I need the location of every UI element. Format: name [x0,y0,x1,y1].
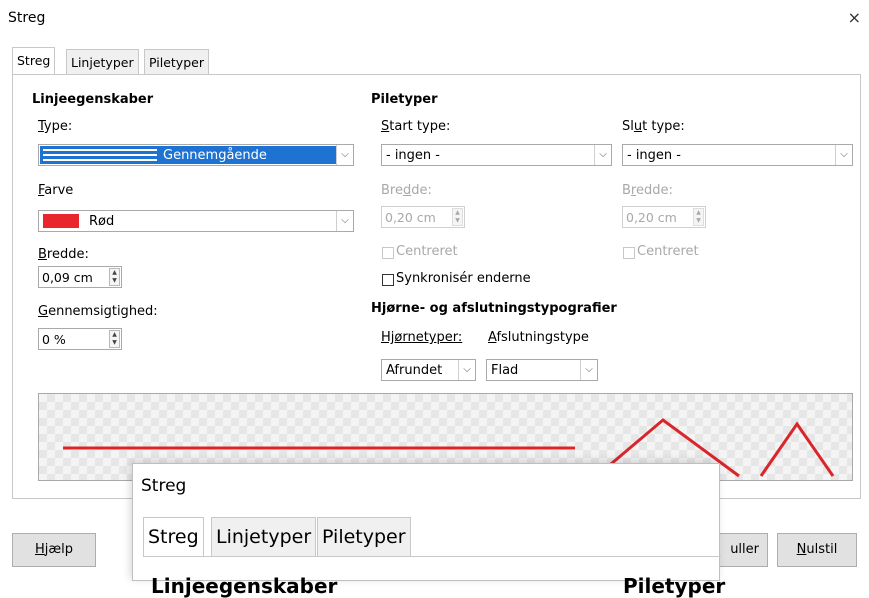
start-width-spinner[interactable]: 0,20 cm ▲ ▼ [381,206,465,228]
start-type-label: Start type: [381,119,451,134]
line-width-spinner[interactable]: 0,09 cm ▲ ▼ [38,266,122,288]
line-width-value: 0,09 cm [42,270,93,285]
transparency-value: 0 % [42,332,66,347]
tab-linjetyper[interactable]: Linjetyper [66,49,139,75]
tab-streg[interactable]: Streg [12,47,56,75]
overlay-heading-left: Linjeegenskaber [151,574,338,598]
end-width-spinner[interactable]: 0,20 cm ▲ ▼ [622,206,706,228]
type-label: Type: [38,119,73,134]
transparency-spinner[interactable]: 0 % ▲ ▼ [38,328,122,350]
sync-ends-label: Synkronisér enderne [396,271,531,286]
start-type-value: - ingen - [386,148,440,163]
tab-piletyper[interactable]: Piletyper [144,49,209,75]
chevron-down-icon[interactable]: ⌵ [580,360,597,380]
line-type-value: Gennemgående [163,148,267,163]
chevron-down-icon[interactable]: ⌵ [336,211,353,231]
reset-button[interactable]: Nulstil [777,533,857,567]
arrow-styles-heading: Piletyper [371,92,438,107]
close-icon[interactable]: × [848,8,861,27]
sync-ends-checkbox[interactable] [382,274,394,286]
color-label: Farve [38,183,74,198]
chevron-down-icon[interactable]: ⌵ [458,360,475,380]
line-type-select[interactable]: Gennemgående ⌵ [38,144,354,166]
chevron-down-icon[interactable]: ⌵ [594,145,611,165]
end-type-value: - ingen - [627,148,681,163]
preview-angle-shape [759,421,835,477]
end-centered-label: Centreret [637,244,699,259]
spin-arrows-icon[interactable]: ▲ ▼ [693,208,704,226]
help-button[interactable]: Hjælp [12,533,96,567]
overlay-tab-piletyper[interactable]: Piletyper [317,517,411,557]
end-type-label: Slut type: [622,119,685,134]
corner-type-label: Hjørnetyper: [381,330,463,345]
cap-type-select[interactable]: Flad ⌵ [486,359,598,381]
line-properties-heading: Linjeegenskaber [32,92,154,107]
end-type-select[interactable]: - ingen - ⌵ [622,144,853,166]
line-type-sample [43,149,157,161]
corner-type-value: Afrundet [386,363,443,378]
overlay-heading-right: Piletyper [623,574,726,598]
window-title: Streg [8,10,46,26]
overlay-title: Streg [141,476,187,496]
spin-arrows-icon[interactable]: ▲ ▼ [109,268,120,286]
color-select[interactable]: Rød ⌵ [38,210,354,232]
chevron-down-icon[interactable]: ⌵ [336,145,353,165]
spin-arrows-icon[interactable]: ▲ ▼ [109,330,120,348]
width-label: Bredde: [38,247,89,262]
corner-type-select[interactable]: Afrundet ⌵ [381,359,476,381]
corner-cap-heading: Hjørne- og afslutningstypografier [371,301,617,316]
transparency-label: Gennemsigtighed: [38,304,158,319]
spin-arrows-icon[interactable]: ▲ ▼ [452,208,463,226]
cap-type-label: Afslutningstype [488,330,589,345]
title-bar: Streg × [0,0,869,40]
start-centered-checkbox[interactable] [382,247,394,259]
color-swatch [43,214,79,228]
end-width-label: Bredde: [622,183,673,198]
chevron-down-icon[interactable]: ⌵ [835,145,852,165]
start-type-select[interactable]: - ingen - ⌵ [381,144,612,166]
start-width-label: Bredde: [381,183,432,198]
start-width-value: 0,20 cm [385,210,436,225]
end-width-value: 0,20 cm [626,210,677,225]
cap-type-value: Flad [491,363,519,378]
overlay-tab-linjetyper[interactable]: Linjetyper [211,517,317,557]
color-value: Rød [89,214,115,229]
end-centered-checkbox[interactable] [623,247,635,259]
overlay-tab-streg[interactable]: Streg [143,517,204,557]
start-centered-label: Centreret [396,244,458,259]
overlay-dialog: Streg Streg Linjetyper Piletyper Linjeeg… [132,463,725,598]
